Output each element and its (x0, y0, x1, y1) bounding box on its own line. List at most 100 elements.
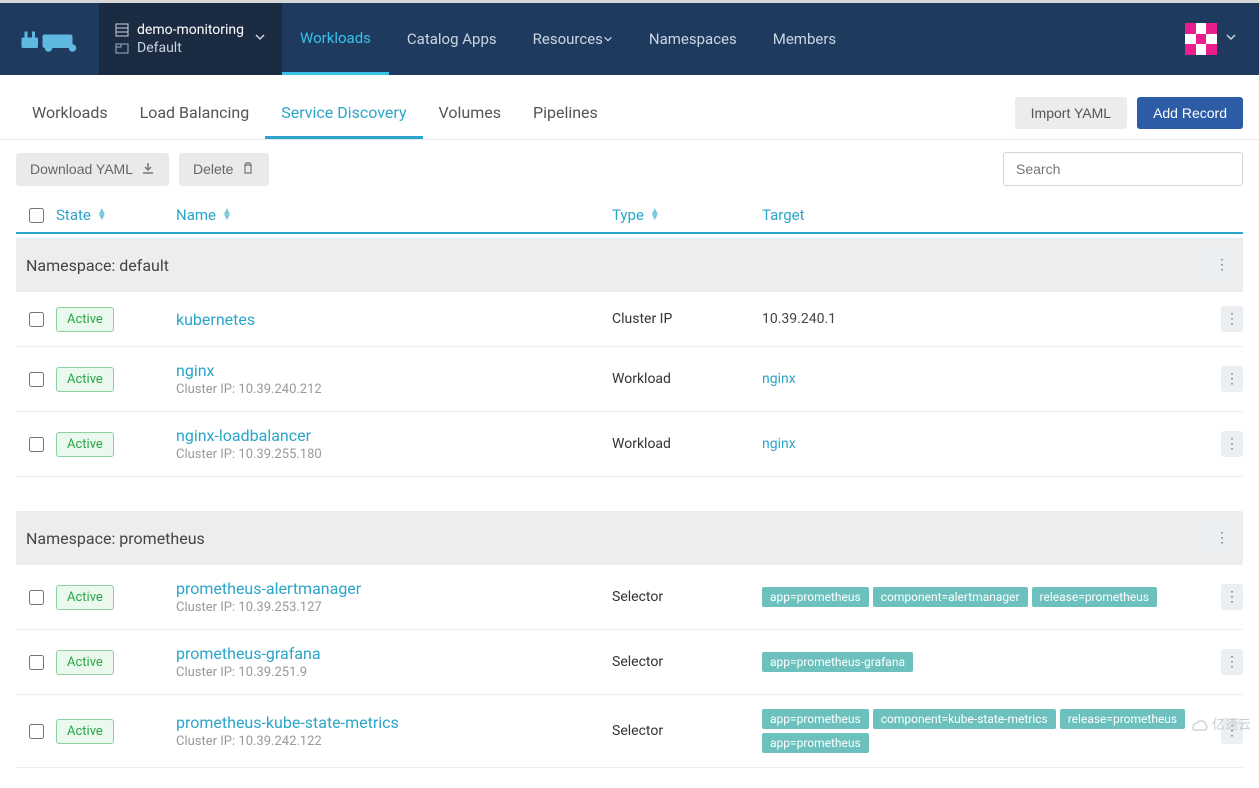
cluster-icon (115, 23, 129, 37)
tab-workloads[interactable]: Workloads (16, 93, 124, 139)
import-yaml-button[interactable]: Import YAML (1015, 97, 1127, 129)
service-cluster-ip: Cluster IP: 10.39.251.9 (176, 665, 612, 680)
download-yaml-button[interactable]: Download YAML (16, 153, 169, 186)
status-badge: Active (56, 432, 114, 457)
row-checkbox[interactable] (29, 724, 44, 739)
row-actions-menu[interactable]: ⋮ (1221, 306, 1243, 332)
tab-service-discovery[interactable]: Service Discovery (265, 93, 422, 139)
namespace-group-header: Namespace: default ⋮ (16, 238, 1243, 292)
target-workload-link[interactable]: nginx (762, 436, 796, 452)
tab-load-balancing[interactable]: Load Balancing (124, 93, 266, 139)
target-ip: 10.39.240.1 (762, 311, 836, 327)
service-name-link[interactable]: nginx-loadbalancer (176, 426, 612, 445)
service-cluster-ip: Cluster IP: 10.39.240.212 (176, 382, 612, 397)
status-badge: Active (56, 650, 114, 675)
row-checkbox[interactable] (29, 655, 44, 670)
service-name-link[interactable]: nginx (176, 361, 612, 380)
user-menu[interactable] (1175, 23, 1247, 55)
nav-item-catalog-apps[interactable]: Catalog Apps (389, 3, 515, 75)
cluster-name: demo-monitoring (137, 22, 244, 38)
status-badge: Active (56, 585, 114, 610)
service-name-link[interactable]: prometheus-alertmanager (176, 579, 612, 598)
tab-pipelines[interactable]: Pipelines (517, 93, 614, 139)
row-checkbox[interactable] (29, 312, 44, 327)
cluster-project-dropdown[interactable]: demo-monitoring Default (99, 3, 282, 75)
nav-item-resources[interactable]: Resources (515, 3, 631, 75)
delete-button[interactable]: Delete (179, 153, 269, 186)
download-icon (141, 161, 155, 178)
avatar (1185, 23, 1217, 55)
sort-icon: ▲▼ (97, 209, 107, 221)
selector-tag: component=kube-state-metrics (873, 709, 1056, 729)
service-type: Cluster IP (612, 311, 762, 327)
nav-item-members[interactable]: Members (755, 3, 854, 75)
service-type: Workload (612, 436, 762, 452)
namespace-group-header: Namespace: prometheus ⋮ (16, 511, 1243, 565)
column-header-state[interactable]: State ▲▼ (56, 206, 176, 224)
group-actions-menu[interactable]: ⋮ (1211, 525, 1233, 551)
selector-tag: app=prometheus (762, 587, 869, 607)
service-cluster-ip: Cluster IP: 10.39.255.180 (176, 447, 612, 462)
table-toolbar: Download YAML Delete (0, 140, 1259, 198)
top-navbar: demo-monitoring Default WorkloadsCatalog… (0, 3, 1259, 75)
table-row: Active prometheus-kube-state-metrics Clust… (16, 695, 1243, 768)
selector-tag: app=prometheus (762, 709, 869, 729)
chevron-down-icon (603, 30, 613, 48)
table-row: Active nginx-loadbalancer Cluster IP: 10.3… (16, 412, 1243, 477)
table-row: Active prometheus-alertmanager Cluster IP:… (16, 565, 1243, 630)
selector-tag: release=prometheus (1060, 709, 1185, 729)
selector-tag: release=prometheus (1032, 587, 1157, 607)
row-checkbox[interactable] (29, 437, 44, 452)
project-icon (115, 41, 129, 55)
service-type: Selector (612, 654, 762, 670)
service-name-link[interactable]: prometheus-grafana (176, 644, 612, 663)
target-workload-link[interactable]: nginx (762, 371, 796, 387)
watermark: 亿速云 (1188, 714, 1251, 733)
selector-tag: app=prometheus (762, 733, 869, 753)
status-badge: Active (56, 367, 114, 392)
table-header-row: State ▲▼ Name ▲▼ Type ▲▼ Target (16, 198, 1243, 234)
nav-item-workloads[interactable]: Workloads (282, 3, 389, 75)
service-cluster-ip: Cluster IP: 10.39.242.122 (176, 734, 612, 749)
sub-navbar: WorkloadsLoad BalancingService Discovery… (0, 75, 1259, 140)
selector-tag: component=alertmanager (873, 587, 1028, 607)
column-header-name[interactable]: Name ▲▼ (176, 206, 612, 224)
namespace-label: Namespace: prometheus (26, 529, 205, 548)
row-actions-menu[interactable]: ⋮ (1221, 366, 1243, 392)
main-nav: WorkloadsCatalog AppsResources Namespace… (282, 3, 854, 75)
services-table: State ▲▼ Name ▲▼ Type ▲▼ Target Namespac… (0, 198, 1259, 788)
trash-icon (241, 161, 255, 178)
row-actions-menu[interactable]: ⋮ (1221, 649, 1243, 675)
namespace-label: Namespace: default (26, 256, 169, 275)
sort-icon: ▲▼ (650, 209, 660, 221)
service-cluster-ip: Cluster IP: 10.39.253.127 (176, 600, 612, 615)
chevron-down-icon (1225, 31, 1237, 47)
service-name-link[interactable]: prometheus-kube-state-metrics (176, 713, 612, 732)
table-row: Active kubernetesCluster IP10.39.240.1 ⋮ (16, 292, 1243, 347)
selector-tag: app=prometheus-grafana (762, 652, 913, 672)
rancher-logo (12, 19, 87, 59)
row-checkbox[interactable] (29, 590, 44, 605)
nav-item-namespaces[interactable]: Namespaces (631, 3, 755, 75)
service-name-link[interactable]: kubernetes (176, 310, 612, 329)
table-row: Active nginx Cluster IP: 10.39.240.212Work… (16, 347, 1243, 412)
group-actions-menu[interactable]: ⋮ (1211, 252, 1233, 278)
project-name: Default (137, 40, 182, 56)
row-actions-menu[interactable]: ⋮ (1221, 431, 1243, 457)
row-actions-menu[interactable]: ⋮ (1221, 584, 1243, 610)
service-type: Selector (612, 723, 762, 739)
column-header-type[interactable]: Type ▲▼ (612, 206, 762, 224)
chevron-down-icon (254, 31, 266, 47)
tab-volumes[interactable]: Volumes (423, 93, 517, 139)
search-input[interactable] (1003, 152, 1243, 186)
status-badge: Active (56, 307, 114, 332)
sort-icon: ▲▼ (222, 209, 232, 221)
add-record-button[interactable]: Add Record (1137, 97, 1243, 129)
service-type: Selector (612, 589, 762, 605)
table-row: Active prometheus-grafana Cluster IP: 10.3… (16, 630, 1243, 695)
status-badge: Active (56, 719, 114, 744)
row-checkbox[interactable] (29, 372, 44, 387)
column-header-target[interactable]: Target (762, 206, 1203, 224)
service-type: Workload (612, 371, 762, 387)
select-all-checkbox[interactable] (29, 208, 44, 223)
